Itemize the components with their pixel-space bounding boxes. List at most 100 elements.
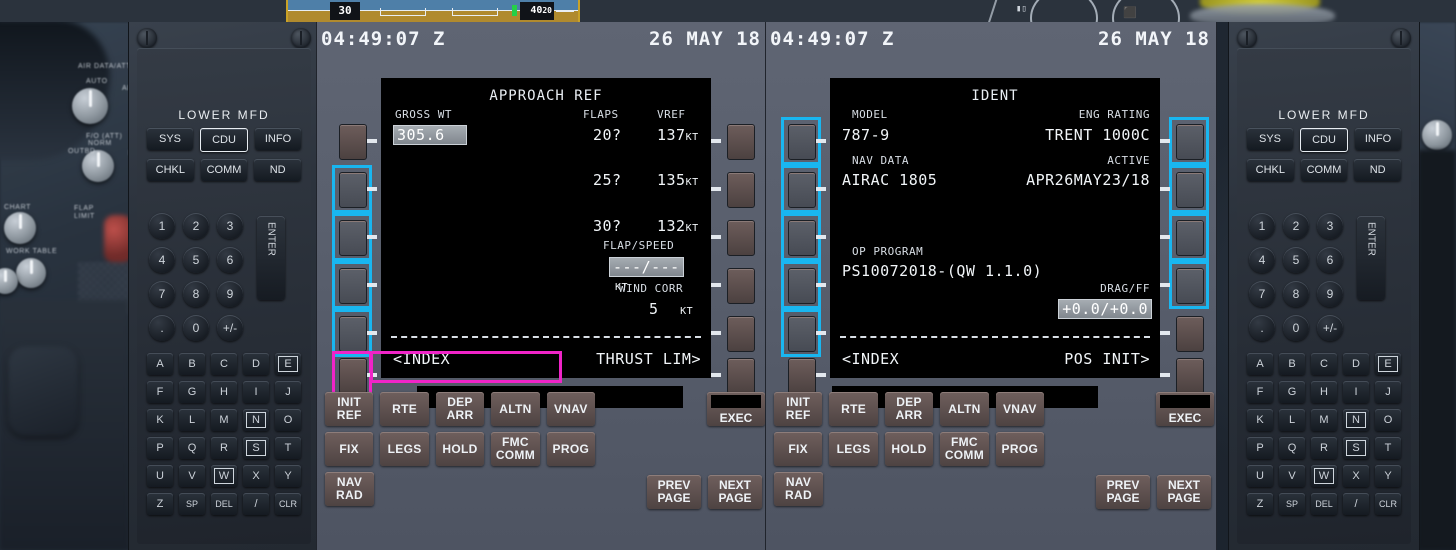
alpha-key-x-right[interactable]: /	[1343, 493, 1369, 515]
cdu-key-init-ref-left[interactable]: INIT REF	[325, 392, 373, 426]
cdu-left-lsk-r4[interactable]	[721, 262, 759, 308]
alpha-key-x-left[interactable]: /	[243, 493, 269, 515]
numpad-key-4-left[interactable]: 4	[149, 247, 175, 273]
alpha-key-r-left[interactable]: R	[211, 437, 237, 459]
cdu-left-lsk-r1[interactable]	[721, 118, 759, 164]
alpha-key-b-left[interactable]: B	[179, 353, 205, 375]
work-table-knob[interactable]	[16, 258, 46, 288]
numpad-key-5-right[interactable]: 5	[1283, 247, 1309, 273]
alpha-key-v-right[interactable]: V	[1279, 465, 1305, 487]
lsk-button[interactable]	[339, 358, 367, 394]
cdu-key-rte-right[interactable]: RTE	[829, 392, 877, 426]
alpha-key-q-left[interactable]: Q	[179, 437, 205, 459]
alpha-key-f-left[interactable]: F	[147, 381, 173, 403]
lsk-button[interactable]	[727, 358, 755, 394]
flap-25-option[interactable]: 25?	[593, 171, 622, 189]
alpha-key-k-right[interactable]: K	[1247, 409, 1273, 431]
lsk-button[interactable]	[788, 316, 816, 352]
cdu-left-lsk-l1[interactable]	[333, 118, 371, 164]
numpad-key-1-right[interactable]: 1	[1249, 213, 1275, 239]
lsk-button[interactable]	[1176, 172, 1204, 208]
numpad-key-8-left[interactable]: 8	[183, 281, 209, 307]
right-panel-knob[interactable]	[1422, 120, 1452, 150]
alpha-key-m-right[interactable]: M	[1311, 409, 1337, 431]
alpha-key-f-right[interactable]: F	[1247, 381, 1273, 403]
prev-page-button-right[interactable]: PREV PAGE	[1096, 475, 1150, 509]
numpad-key-2-right[interactable]: 2	[1283, 213, 1309, 239]
alpha-key-j-left[interactable]: J	[275, 381, 301, 403]
numpad-key-6-left[interactable]: 6	[217, 247, 243, 273]
lsk-button[interactable]	[727, 268, 755, 304]
numpad-key-3-right[interactable]: 3	[1317, 213, 1343, 239]
alpha-key-v-left[interactable]: V	[179, 465, 205, 487]
mfd-button-nd-left[interactable]: ND	[254, 159, 301, 181]
numpad-key-x-right[interactable]: .	[1249, 315, 1275, 341]
alpha-key-r-right[interactable]: R	[1311, 437, 1337, 459]
chart-brightness-knob[interactable]	[4, 212, 36, 244]
alpha-key-p-left[interactable]: P	[147, 437, 173, 459]
numpad-key-7-left[interactable]: 7	[149, 281, 175, 307]
lsk-button[interactable]	[788, 172, 816, 208]
lsk-button[interactable]	[339, 220, 367, 256]
alpha-key-z-left[interactable]: Z	[147, 493, 173, 515]
lsk-button[interactable]	[727, 220, 755, 256]
alpha-key-del-right[interactable]: DEL	[1311, 493, 1337, 515]
alpha-key-a-left[interactable]: A	[147, 353, 173, 375]
lsk-button[interactable]	[1176, 316, 1204, 352]
cdu-key-legs-right[interactable]: LEGS	[829, 432, 877, 466]
alpha-key-c-left[interactable]: C	[211, 353, 237, 375]
lsk-button[interactable]	[727, 124, 755, 160]
mfd-button-nd-right[interactable]: ND	[1354, 159, 1401, 181]
alpha-key-s-right[interactable]: S	[1343, 437, 1369, 459]
cdu-left-lsk-l5[interactable]	[333, 310, 371, 356]
mfd-button-sys-right[interactable]: SYS	[1247, 128, 1293, 150]
enter-key-left[interactable]: ENTER	[257, 216, 285, 300]
numpad-key-4-right[interactable]: 4	[1249, 247, 1275, 273]
mfd-button-cdu-right[interactable]: CDU	[1300, 128, 1348, 152]
cdu-key-nav-rad-left[interactable]: NAV RAD	[325, 472, 374, 506]
alpha-key-d-right[interactable]: D	[1343, 353, 1369, 375]
lsk-button[interactable]	[339, 316, 367, 352]
alpha-key-w-right[interactable]: W	[1311, 465, 1337, 487]
cdu-key-rte-left[interactable]: RTE	[380, 392, 428, 426]
drag-ff-field[interactable]: +0.0/+0.0	[1058, 300, 1152, 318]
lsk-button[interactable]	[727, 172, 755, 208]
mfd-button-sys-left[interactable]: SYS	[147, 128, 193, 150]
alpha-key-o-left[interactable]: O	[275, 409, 301, 431]
alpha-key-a-right[interactable]: A	[1247, 353, 1273, 375]
cdu-right-lsk-r4[interactable]	[1170, 262, 1208, 308]
alpha-key-w-left[interactable]: W	[211, 465, 237, 487]
alpha-key-e-right[interactable]: E	[1375, 353, 1401, 375]
numpad-key-5-left[interactable]: 5	[183, 247, 209, 273]
alpha-key-j-right[interactable]: J	[1375, 381, 1401, 403]
mfd-button-chkl-right[interactable]: CHKL	[1247, 159, 1294, 181]
numpad-key-2-left[interactable]: 2	[183, 213, 209, 239]
numpad-key-8-right[interactable]: 8	[1283, 281, 1309, 307]
alpha-key-t-left[interactable]: T	[275, 437, 301, 459]
numpad-key-0-left[interactable]: 0	[183, 315, 209, 341]
cdu-key-fix-right[interactable]: FIX	[774, 432, 822, 466]
mfd-button-info-left[interactable]: INFO	[255, 128, 301, 150]
alpha-key-sp-right[interactable]: SP	[1279, 493, 1305, 515]
cdu-right-lsk-l5[interactable]	[782, 310, 820, 356]
numpad-key-9-left[interactable]: 9	[217, 281, 243, 307]
mfd-button-comm-left[interactable]: COMM	[201, 159, 248, 181]
cdu-key-hold-left[interactable]: HOLD	[436, 432, 484, 466]
alpha-key-p-right[interactable]: P	[1247, 437, 1273, 459]
next-page-button-right[interactable]: NEXT PAGE	[1157, 475, 1211, 509]
cdu-right-lsk-l2[interactable]	[782, 166, 820, 212]
alpha-key-clr-right[interactable]: CLR	[1375, 493, 1401, 515]
cdu-key-dep-arr-right[interactable]: DEP ARR	[885, 392, 933, 426]
cdu-key-fix-left[interactable]: FIX	[325, 432, 373, 466]
cdu-left-lsk-r5[interactable]	[721, 310, 759, 356]
alpha-key-c-right[interactable]: C	[1311, 353, 1337, 375]
lsk-button[interactable]	[1176, 124, 1204, 160]
lsk-button[interactable]	[339, 268, 367, 304]
cdu-key-altn-left[interactable]: ALTN	[491, 392, 539, 426]
prev-page-button-left[interactable]: PREV PAGE	[647, 475, 701, 509]
flap-20-option[interactable]: 20?	[593, 126, 622, 144]
alpha-key-q-right[interactable]: Q	[1279, 437, 1305, 459]
alpha-key-s-left[interactable]: S	[243, 437, 269, 459]
alpha-key-del-left[interactable]: DEL	[211, 493, 237, 515]
cdu-right-lsk-r1[interactable]	[1170, 118, 1208, 164]
